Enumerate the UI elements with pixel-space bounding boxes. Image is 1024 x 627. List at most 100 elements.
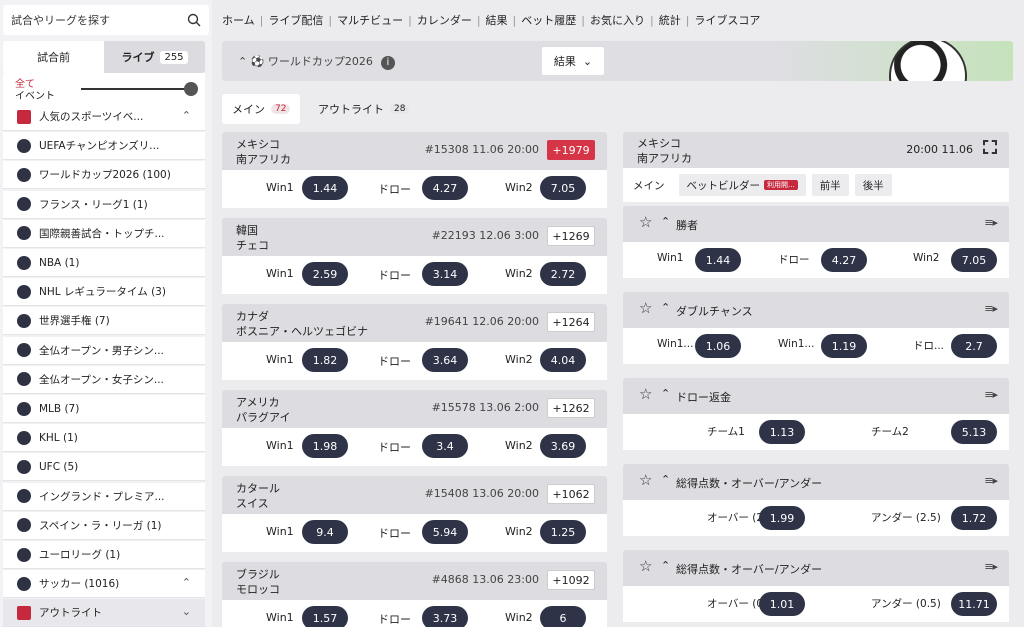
odd-button[interactable]: 1.72 bbox=[951, 506, 997, 530]
star-icon[interactable]: ☆ bbox=[639, 385, 652, 403]
odd-button[interactable]: 1.82 bbox=[302, 348, 348, 372]
search-icon[interactable] bbox=[187, 13, 201, 27]
odd-button[interactable]: 2.59 bbox=[302, 262, 348, 286]
sidebar-item[interactable]: フランス・リーグ1 (1) bbox=[3, 190, 205, 219]
sidebar-item[interactable]: 人気のスポーツイベ... ⌃ bbox=[3, 103, 205, 131]
odd-button[interactable]: 2.72 bbox=[540, 262, 586, 286]
odd-button[interactable]: 1.44 bbox=[695, 248, 741, 272]
odd-button[interactable]: 4.27 bbox=[821, 248, 867, 272]
stats-icon[interactable]: ≡▸ bbox=[984, 560, 998, 573]
stats-icon[interactable]: ≡▸ bbox=[984, 474, 998, 487]
odd-button[interactable]: 4.04 bbox=[540, 348, 586, 372]
sidebar-item[interactable]: イングランド・プレミア... bbox=[3, 482, 205, 511]
sidebar-item[interactable]: スペイン・ラ・リーガ (1) bbox=[3, 511, 205, 540]
match-card[interactable]: カタール スイス #15408 13.06 20:00 +1062 Win1 9.4 ドロー… bbox=[222, 476, 607, 552]
filter-slider-track[interactable] bbox=[81, 88, 189, 90]
detail-tab[interactable]: ベットビルダー 利用開... bbox=[678, 174, 806, 196]
stats-icon[interactable]: ≡▸ bbox=[984, 388, 998, 401]
star-icon[interactable]: ☆ bbox=[639, 557, 652, 575]
sidebar-item[interactable]: アウトライト ⌄ bbox=[3, 599, 205, 627]
odd-button[interactable]: 1.25 bbox=[540, 520, 586, 544]
match-card[interactable]: ブラジル モロッコ #4868 13.06 23:00 +1092 Win1 1.57 ドロ… bbox=[222, 562, 607, 627]
star-icon[interactable]: ☆ bbox=[639, 471, 652, 489]
odd-button[interactable]: 3.73 bbox=[422, 606, 468, 627]
odd-button[interactable]: 3.69 bbox=[540, 434, 586, 458]
more-markets-button[interactable]: +1092 bbox=[547, 570, 595, 590]
odd-button[interactable]: 3.14 bbox=[422, 262, 468, 286]
chevron-up-icon[interactable]: ⌃ bbox=[661, 387, 670, 400]
detail-tab[interactable]: 前半 bbox=[811, 174, 849, 196]
more-markets-button[interactable]: +1062 bbox=[547, 484, 595, 504]
odd-button[interactable]: 3.4 bbox=[422, 434, 468, 458]
tab-outright[interactable]: アウトライト 28 bbox=[308, 94, 419, 124]
detail-tab[interactable]: 後半 bbox=[854, 174, 892, 196]
market-header[interactable]: ☆ ⌃ 勝者 ≡▸ bbox=[623, 206, 1009, 242]
nav-link[interactable]: マルチビュー bbox=[337, 14, 403, 27]
odd-button[interactable]: 7.05 bbox=[951, 248, 997, 272]
odd-button[interactable]: 11.71 bbox=[951, 592, 997, 616]
odd-button[interactable]: 5.13 bbox=[951, 420, 997, 444]
star-icon[interactable]: ☆ bbox=[639, 299, 652, 317]
more-markets-button[interactable]: +1264 bbox=[547, 312, 595, 332]
nav-link[interactable]: お気に入り bbox=[590, 14, 645, 27]
fullscreen-icon[interactable] bbox=[983, 140, 997, 154]
tab-prematch[interactable]: 試合前 bbox=[3, 41, 104, 73]
sidebar-item[interactable]: 全仏オープン・女子シン... bbox=[3, 365, 205, 394]
chevron-down-icon[interactable]: ⌄ bbox=[182, 605, 191, 618]
odd-button[interactable]: 2.7 bbox=[951, 334, 997, 358]
sidebar-item[interactable]: 国際親善試合・トップチ... bbox=[3, 219, 205, 248]
tab-main[interactable]: メイン 72 bbox=[222, 94, 301, 124]
chevron-up-icon[interactable]: ⌃ bbox=[661, 473, 670, 486]
nav-link[interactable]: ライブスコア bbox=[694, 14, 760, 27]
odd-button[interactable]: 1.57 bbox=[302, 606, 348, 627]
filter-slider-knob[interactable] bbox=[184, 82, 198, 96]
odd-button[interactable]: 1.01 bbox=[759, 592, 805, 616]
sidebar-item[interactable]: NBA (1) bbox=[3, 249, 205, 277]
market-header[interactable]: ☆ ⌃ ドロー返金 ≡▸ bbox=[623, 378, 1009, 414]
nav-link[interactable]: ベット履歴 bbox=[521, 14, 576, 27]
odd-button[interactable]: 9.4 bbox=[302, 520, 348, 544]
market-header[interactable]: ☆ ⌃ ダブルチャンス ≡▸ bbox=[623, 292, 1009, 328]
sidebar-item[interactable]: 全仏オープン・男子シン... bbox=[3, 336, 205, 365]
sidebar-item[interactable]: ユーロリーグ (1) bbox=[3, 541, 205, 569]
odd-button[interactable]: 1.44 bbox=[302, 176, 348, 200]
search-input[interactable]: 試合やリーグを探す bbox=[3, 5, 209, 35]
market-header[interactable]: ☆ ⌃ 総得点数・オーバー/アンダー ≡▸ bbox=[623, 464, 1009, 500]
stats-icon[interactable]: ≡▸ bbox=[984, 302, 998, 315]
chevron-up-icon[interactable]: ⌃ bbox=[182, 109, 191, 122]
market-header[interactable]: ☆ ⌃ 総得点数・オーバー/アンダー ≡▸ bbox=[623, 550, 1009, 586]
stats-icon[interactable]: ≡▸ bbox=[984, 216, 998, 229]
collapse-icon[interactable]: ⌃ bbox=[238, 55, 247, 68]
match-card[interactable]: カナダ ボスニア・ヘルツェゴビナ #19641 12.06 20:00 +1264 Wi… bbox=[222, 304, 607, 380]
odd-button[interactable]: 4.27 bbox=[422, 176, 468, 200]
chevron-up-icon[interactable]: ⌃ bbox=[661, 301, 670, 314]
results-select[interactable]: 結果 ⌄ bbox=[542, 47, 604, 75]
sidebar-item[interactable]: UEFAチャンピオンズリ... bbox=[3, 132, 205, 161]
nav-link[interactable]: 統計 bbox=[659, 14, 681, 27]
odd-button[interactable]: 1.06 bbox=[695, 334, 741, 358]
odd-button[interactable]: 1.99 bbox=[759, 506, 805, 530]
sidebar-item[interactable]: 世界選手権 (7) bbox=[3, 307, 205, 336]
tab-live[interactable]: ライブ 255 bbox=[104, 41, 205, 73]
odd-button[interactable]: 1.19 bbox=[821, 334, 867, 358]
more-markets-button[interactable]: +1262 bbox=[547, 398, 595, 418]
odd-button[interactable]: 1.98 bbox=[302, 434, 348, 458]
sidebar-item[interactable]: NHL レギュラータイム (3) bbox=[3, 278, 205, 307]
match-card[interactable]: アメリカ パラグアイ #15578 13.06 2:00 +1262 Win1 1.98 ド… bbox=[222, 390, 607, 466]
nav-link[interactable]: 結果 bbox=[486, 14, 508, 27]
detail-tab[interactable]: メイン bbox=[625, 174, 673, 196]
sidebar-item[interactable]: ワールドカップ2026 (100) bbox=[3, 161, 205, 190]
chevron-up-icon[interactable]: ⌃ bbox=[182, 576, 191, 589]
info-icon[interactable]: i bbox=[380, 56, 395, 70]
more-markets-button[interactable]: +1979 bbox=[547, 140, 595, 160]
match-card[interactable]: メキシコ 南アフリカ #15308 11.06 20:00 +1979 Win1 1.44… bbox=[222, 132, 607, 208]
sidebar-item[interactable]: MLB (7) bbox=[3, 395, 205, 423]
star-icon[interactable]: ☆ bbox=[639, 213, 652, 231]
odd-button[interactable]: 5.94 bbox=[422, 520, 468, 544]
chevron-up-icon[interactable]: ⌃ bbox=[661, 215, 670, 228]
nav-link[interactable]: ライブ配信 bbox=[268, 14, 323, 27]
odd-button[interactable]: 3.64 bbox=[422, 348, 468, 372]
sidebar-item[interactable]: サッカー (1016) ⌃ bbox=[3, 570, 205, 599]
odd-button[interactable]: 6 bbox=[540, 606, 586, 627]
chevron-up-icon[interactable]: ⌃ bbox=[661, 559, 670, 572]
